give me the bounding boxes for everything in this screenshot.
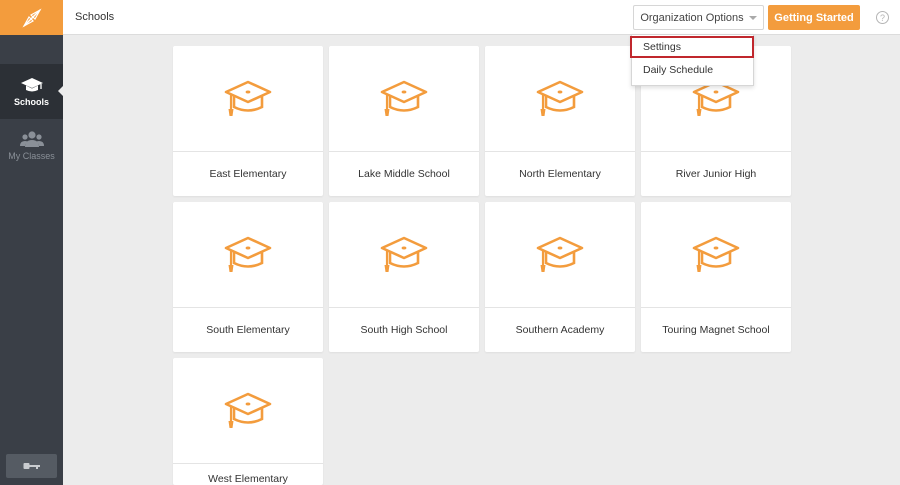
school-card[interactable]: Lake Middle School (329, 46, 479, 196)
getting-started-button[interactable]: Getting Started (768, 5, 860, 30)
school-icon-area (329, 202, 479, 307)
compass-logo-icon (21, 7, 42, 28)
school-card[interactable]: North Elementary (485, 46, 635, 196)
school-icon-area (485, 202, 635, 307)
graduation-cap-icon (536, 236, 584, 272)
school-icon-area (641, 202, 791, 307)
school-name: East Elementary (209, 168, 287, 180)
graduation-cap-icon (224, 236, 272, 272)
school-name: North Elementary (519, 168, 601, 180)
school-card[interactable]: Touring Magnet School (641, 202, 791, 352)
school-card[interactable]: South Elementary (173, 202, 323, 352)
active-indicator (58, 86, 63, 96)
sidebar-item-label: Schools (13, 97, 49, 107)
school-icon-area (485, 46, 635, 151)
menu-item-daily-schedule[interactable]: Daily Schedule (632, 59, 753, 81)
school-card[interactable]: East Elementary (173, 46, 323, 196)
school-card[interactable]: South High School (329, 202, 479, 352)
graduation-cap-icon (224, 80, 272, 116)
key-icon (23, 463, 40, 469)
school-icon-area (173, 202, 323, 307)
organization-options-button[interactable]: Organization Options (633, 5, 764, 30)
school-card[interactable]: West Elementary (173, 358, 323, 485)
graduation-cap-icon (692, 236, 740, 272)
school-name: River Junior High (675, 168, 757, 180)
school-name: Southern Academy (515, 324, 605, 336)
menu-item-settings[interactable]: Settings (630, 36, 754, 58)
graduation-cap-icon (536, 80, 584, 116)
sidebar-item-schools[interactable]: Schools (0, 64, 63, 119)
sidebar-item-label: My Classes (8, 151, 55, 161)
group-icon (19, 131, 44, 147)
school-icon-area (173, 358, 323, 463)
school-name: South High School (360, 324, 448, 336)
school-name: Touring Magnet School (662, 324, 770, 336)
school-icon-area (173, 46, 323, 151)
chevron-down-icon (748, 16, 757, 20)
organization-options-menu: Settings Daily Schedule (630, 34, 754, 86)
school-name: Lake Middle School (358, 168, 450, 180)
school-name: West Elementary (208, 473, 288, 485)
app-logo[interactable] (0, 0, 63, 35)
help-icon[interactable]: ? (876, 11, 889, 24)
school-name: South Elementary (206, 324, 290, 336)
school-icon-area (329, 46, 479, 151)
graduation-cap-icon (224, 392, 272, 428)
sidebar: Schools My Classes (0, 0, 63, 485)
school-card[interactable]: Southern Academy (485, 202, 635, 352)
organization-options-label: Organization Options (640, 11, 744, 24)
graduation-cap-icon (380, 236, 428, 272)
top-header: Schools Organization Options Getting Sta… (63, 0, 900, 35)
graduation-cap-icon (20, 78, 43, 92)
graduation-cap-icon (380, 80, 428, 116)
page-title: Schools (75, 11, 115, 23)
logout-button[interactable] (6, 454, 57, 478)
sidebar-item-my-classes[interactable]: My Classes (0, 118, 63, 173)
